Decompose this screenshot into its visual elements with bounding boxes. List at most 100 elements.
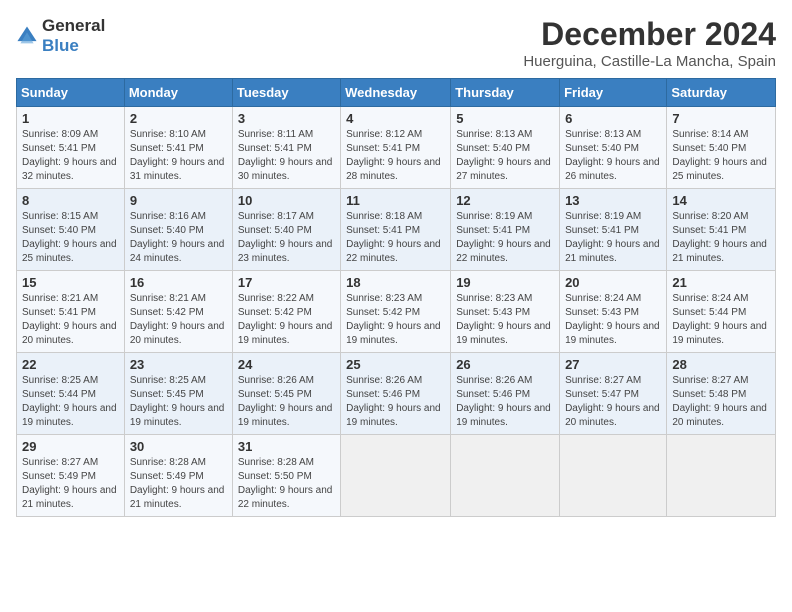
col-thursday: Thursday — [451, 79, 560, 107]
day-number: 10 — [238, 193, 335, 208]
day-info: Sunrise: 8:26 AM Sunset: 5:46 PM Dayligh… — [346, 375, 441, 428]
day-number: 17 — [238, 275, 335, 290]
day-number: 8 — [22, 193, 119, 208]
day-number: 15 — [22, 275, 119, 290]
day-number: 11 — [346, 193, 445, 208]
day-info: Sunrise: 8:18 AM Sunset: 5:41 PM Dayligh… — [346, 211, 441, 264]
day-number: 16 — [130, 275, 227, 290]
day-cell-22: 22 Sunrise: 8:25 AM Sunset: 5:44 PM Dayl… — [17, 353, 125, 435]
day-info: Sunrise: 8:20 AM Sunset: 5:41 PM Dayligh… — [672, 211, 767, 264]
day-cell-20: 20 Sunrise: 8:24 AM Sunset: 5:43 PM Dayl… — [560, 271, 667, 353]
header-row: Sunday Monday Tuesday Wednesday Thursday… — [17, 79, 776, 107]
day-number: 4 — [346, 111, 445, 126]
day-info: Sunrise: 8:12 AM Sunset: 5:41 PM Dayligh… — [346, 129, 441, 182]
empty-cell — [451, 435, 560, 517]
day-info: Sunrise: 8:23 AM Sunset: 5:42 PM Dayligh… — [346, 293, 441, 346]
day-info: Sunrise: 8:28 AM Sunset: 5:49 PM Dayligh… — [130, 457, 225, 510]
logo-text-blue: Blue — [42, 36, 79, 55]
day-number: 2 — [130, 111, 227, 126]
day-cell-24: 24 Sunrise: 8:26 AM Sunset: 5:45 PM Dayl… — [232, 353, 340, 435]
day-info: Sunrise: 8:28 AM Sunset: 5:50 PM Dayligh… — [238, 457, 333, 510]
day-info: Sunrise: 8:11 AM Sunset: 5:41 PM Dayligh… — [238, 129, 333, 182]
month-year: December 2024 — [523, 16, 776, 53]
day-number: 7 — [672, 111, 770, 126]
day-cell-6: 6 Sunrise: 8:13 AM Sunset: 5:40 PM Dayli… — [560, 107, 667, 189]
day-number: 6 — [565, 111, 661, 126]
day-cell-15: 15 Sunrise: 8:21 AM Sunset: 5:41 PM Dayl… — [17, 271, 125, 353]
day-number: 27 — [565, 357, 661, 372]
day-number: 12 — [456, 193, 554, 208]
day-info: Sunrise: 8:09 AM Sunset: 5:41 PM Dayligh… — [22, 129, 117, 182]
day-cell-28: 28 Sunrise: 8:27 AM Sunset: 5:48 PM Dayl… — [667, 353, 776, 435]
day-info: Sunrise: 8:24 AM Sunset: 5:43 PM Dayligh… — [565, 293, 660, 346]
logo: General Blue — [16, 16, 105, 56]
day-number: 18 — [346, 275, 445, 290]
day-number: 26 — [456, 357, 554, 372]
table-row: 1 Sunrise: 8:09 AM Sunset: 5:41 PM Dayli… — [17, 107, 776, 189]
calendar-table: Sunday Monday Tuesday Wednesday Thursday… — [16, 78, 776, 517]
day-number: 30 — [130, 439, 227, 454]
empty-cell — [341, 435, 451, 517]
day-cell-2: 2 Sunrise: 8:10 AM Sunset: 5:41 PM Dayli… — [124, 107, 232, 189]
day-cell-8: 8 Sunrise: 8:15 AM Sunset: 5:40 PM Dayli… — [17, 189, 125, 271]
day-cell-26: 26 Sunrise: 8:26 AM Sunset: 5:46 PM Dayl… — [451, 353, 560, 435]
day-cell-11: 11 Sunrise: 8:18 AM Sunset: 5:41 PM Dayl… — [341, 189, 451, 271]
day-number: 9 — [130, 193, 227, 208]
day-info: Sunrise: 8:13 AM Sunset: 5:40 PM Dayligh… — [456, 129, 551, 182]
day-number: 25 — [346, 357, 445, 372]
table-row: 29 Sunrise: 8:27 AM Sunset: 5:49 PM Dayl… — [17, 435, 776, 517]
day-number: 22 — [22, 357, 119, 372]
day-number: 24 — [238, 357, 335, 372]
day-number: 29 — [22, 439, 119, 454]
day-cell-21: 21 Sunrise: 8:24 AM Sunset: 5:44 PM Dayl… — [667, 271, 776, 353]
day-info: Sunrise: 8:24 AM Sunset: 5:44 PM Dayligh… — [672, 293, 767, 346]
day-cell-27: 27 Sunrise: 8:27 AM Sunset: 5:47 PM Dayl… — [560, 353, 667, 435]
day-cell-13: 13 Sunrise: 8:19 AM Sunset: 5:41 PM Dayl… — [560, 189, 667, 271]
day-number: 19 — [456, 275, 554, 290]
day-cell-29: 29 Sunrise: 8:27 AM Sunset: 5:49 PM Dayl… — [17, 435, 125, 517]
day-info: Sunrise: 8:16 AM Sunset: 5:40 PM Dayligh… — [130, 211, 225, 264]
day-number: 20 — [565, 275, 661, 290]
day-info: Sunrise: 8:25 AM Sunset: 5:44 PM Dayligh… — [22, 375, 117, 428]
day-cell-1: 1 Sunrise: 8:09 AM Sunset: 5:41 PM Dayli… — [17, 107, 125, 189]
day-number: 21 — [672, 275, 770, 290]
logo-text-general: General — [42, 16, 105, 35]
col-monday: Monday — [124, 79, 232, 107]
day-cell-31: 31 Sunrise: 8:28 AM Sunset: 5:50 PM Dayl… — [232, 435, 340, 517]
day-number: 13 — [565, 193, 661, 208]
day-info: Sunrise: 8:27 AM Sunset: 5:48 PM Dayligh… — [672, 375, 767, 428]
day-cell-30: 30 Sunrise: 8:28 AM Sunset: 5:49 PM Dayl… — [124, 435, 232, 517]
day-info: Sunrise: 8:27 AM Sunset: 5:49 PM Dayligh… — [22, 457, 117, 510]
col-friday: Friday — [560, 79, 667, 107]
day-info: Sunrise: 8:13 AM Sunset: 5:40 PM Dayligh… — [565, 129, 660, 182]
day-cell-3: 3 Sunrise: 8:11 AM Sunset: 5:41 PM Dayli… — [232, 107, 340, 189]
logo-icon — [16, 25, 38, 47]
day-info: Sunrise: 8:19 AM Sunset: 5:41 PM Dayligh… — [565, 211, 660, 264]
day-cell-10: 10 Sunrise: 8:17 AM Sunset: 5:40 PM Dayl… — [232, 189, 340, 271]
title-block: December 2024 Huerguina, Castille-La Man… — [523, 16, 776, 70]
day-number: 31 — [238, 439, 335, 454]
day-info: Sunrise: 8:25 AM Sunset: 5:45 PM Dayligh… — [130, 375, 225, 428]
day-info: Sunrise: 8:17 AM Sunset: 5:40 PM Dayligh… — [238, 211, 333, 264]
day-info: Sunrise: 8:26 AM Sunset: 5:46 PM Dayligh… — [456, 375, 551, 428]
day-info: Sunrise: 8:27 AM Sunset: 5:47 PM Dayligh… — [565, 375, 660, 428]
page-header: General Blue December 2024 Huerguina, Ca… — [16, 16, 776, 70]
day-cell-17: 17 Sunrise: 8:22 AM Sunset: 5:42 PM Dayl… — [232, 271, 340, 353]
table-row: 15 Sunrise: 8:21 AM Sunset: 5:41 PM Dayl… — [17, 271, 776, 353]
table-row: 8 Sunrise: 8:15 AM Sunset: 5:40 PM Dayli… — [17, 189, 776, 271]
day-info: Sunrise: 8:22 AM Sunset: 5:42 PM Dayligh… — [238, 293, 333, 346]
col-tuesday: Tuesday — [232, 79, 340, 107]
day-cell-9: 9 Sunrise: 8:16 AM Sunset: 5:40 PM Dayli… — [124, 189, 232, 271]
location: Huerguina, Castille-La Mancha, Spain — [523, 53, 776, 70]
day-info: Sunrise: 8:19 AM Sunset: 5:41 PM Dayligh… — [456, 211, 551, 264]
col-sunday: Sunday — [17, 79, 125, 107]
table-row: 22 Sunrise: 8:25 AM Sunset: 5:44 PM Dayl… — [17, 353, 776, 435]
day-cell-12: 12 Sunrise: 8:19 AM Sunset: 5:41 PM Dayl… — [451, 189, 560, 271]
day-number: 23 — [130, 357, 227, 372]
day-cell-5: 5 Sunrise: 8:13 AM Sunset: 5:40 PM Dayli… — [451, 107, 560, 189]
day-cell-4: 4 Sunrise: 8:12 AM Sunset: 5:41 PM Dayli… — [341, 107, 451, 189]
day-info: Sunrise: 8:14 AM Sunset: 5:40 PM Dayligh… — [672, 129, 767, 182]
day-cell-19: 19 Sunrise: 8:23 AM Sunset: 5:43 PM Dayl… — [451, 271, 560, 353]
day-cell-7: 7 Sunrise: 8:14 AM Sunset: 5:40 PM Dayli… — [667, 107, 776, 189]
day-info: Sunrise: 8:23 AM Sunset: 5:43 PM Dayligh… — [456, 293, 551, 346]
